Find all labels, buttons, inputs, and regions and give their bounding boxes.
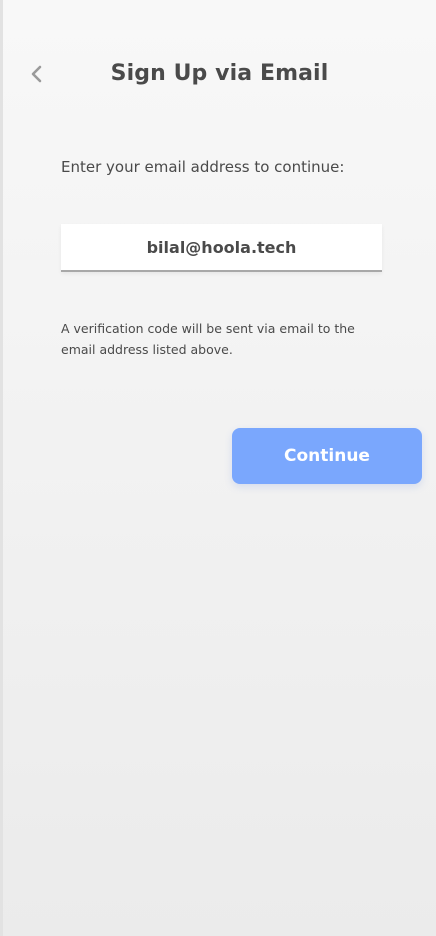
email-prompt-label: Enter your email address to continue: (61, 158, 345, 176)
verification-note: A verification code will be sent via ema… (61, 321, 355, 357)
page-title: Sign Up via Email (110, 61, 329, 86)
email-field[interactable] (61, 224, 382, 272)
continue-button[interactable]: Continue (232, 428, 422, 484)
sign-up-screen: Sign Up via Email Enter your email addre… (0, 0, 436, 936)
